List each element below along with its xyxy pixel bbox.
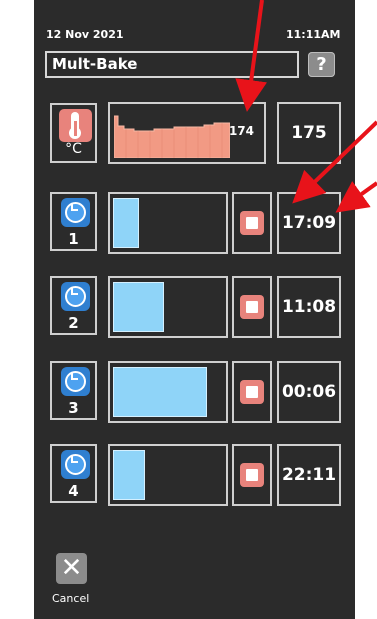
timer-1-time-field[interactable]: 17:09 — [277, 192, 341, 254]
current-temperature: 174 — [228, 124, 254, 138]
timer-progress-bar — [113, 367, 207, 417]
clock-icon — [61, 282, 90, 311]
clock-icon — [61, 450, 90, 479]
stop-icon — [240, 463, 264, 487]
timer-number: 4 — [68, 482, 79, 500]
timer-progress-bar — [113, 282, 164, 332]
timer-4-stop-button[interactable] — [232, 444, 272, 506]
timer-4-button[interactable]: 4 — [50, 444, 97, 503]
date-label: 12 Nov 2021 — [46, 28, 124, 41]
help-button[interactable]: ? — [308, 52, 335, 77]
timer-2-button[interactable]: 2 — [50, 276, 97, 335]
timer-progress-bar — [113, 450, 146, 500]
stop-icon — [240, 295, 264, 319]
close-icon: ✕ — [56, 553, 87, 584]
stop-icon — [240, 211, 264, 235]
timer-number: 3 — [68, 399, 79, 417]
timer-1-stop-button[interactable] — [232, 192, 272, 254]
stop-icon — [240, 380, 264, 404]
timer-3-stop-button[interactable] — [232, 361, 272, 423]
timer-1-button[interactable]: 1 — [50, 192, 97, 251]
timer-2-time-field[interactable]: 11:08 — [277, 276, 341, 338]
cancel-button[interactable]: ✕ Cancel — [52, 553, 97, 609]
timer-4-time-field[interactable]: 22:11 — [277, 444, 341, 506]
timer-3-time-field[interactable]: 00:06 — [277, 361, 341, 423]
program-name-field[interactable]: Mult-Bake — [45, 51, 299, 78]
timer-progress-bar — [113, 198, 139, 248]
timer-2-progress — [108, 276, 228, 338]
timer-number: 2 — [68, 314, 79, 332]
timer-number: 1 — [68, 230, 79, 248]
temperature-graph: 174 — [108, 102, 266, 164]
timer-4-progress — [108, 444, 228, 506]
timer-3-progress — [108, 361, 228, 423]
clock-icon — [61, 367, 90, 396]
cancel-label: Cancel — [52, 592, 90, 605]
clock-label: 11:11AM — [286, 28, 341, 41]
temperature-unit-button[interactable]: °C — [50, 103, 97, 163]
temperature-setpoint-field[interactable]: 175 — [277, 102, 341, 164]
temperature-history-chart — [114, 115, 230, 158]
clock-icon — [61, 198, 90, 227]
timer-3-button[interactable]: 3 — [50, 361, 97, 420]
temperature-unit: °C — [65, 141, 82, 157]
thermometer-icon — [59, 109, 92, 142]
timer-1-progress — [108, 192, 228, 254]
timer-2-stop-button[interactable] — [232, 276, 272, 338]
